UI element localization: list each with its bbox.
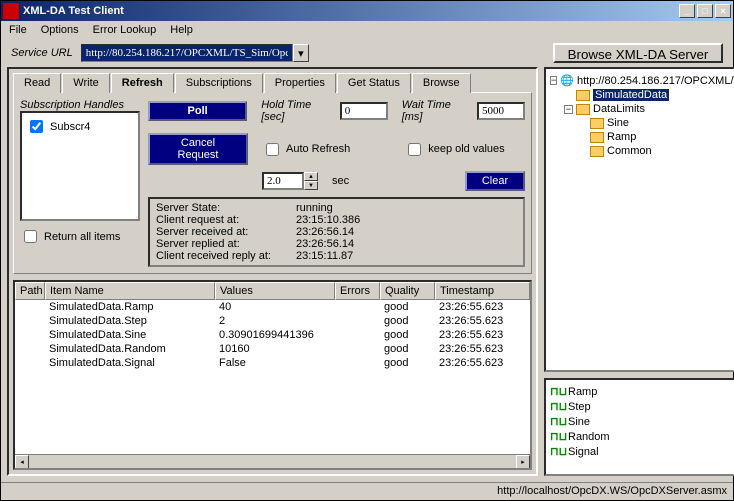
auto-refresh-unit: sec xyxy=(332,175,349,187)
tab-read[interactable]: Read xyxy=(13,73,61,93)
tree-node-simulateddata[interactable]: SimulatedData xyxy=(550,88,734,102)
menu-options[interactable]: Options xyxy=(41,24,79,36)
tree-node-sine[interactable]: Sine xyxy=(550,116,734,130)
service-url-dropdown-icon[interactable]: ▾ xyxy=(293,44,309,62)
list-item[interactable]: ⊓⊔Random xyxy=(550,429,734,444)
list-item[interactable]: ⊓⊔Signal xyxy=(550,444,734,459)
auto-refresh-checkbox[interactable] xyxy=(266,143,279,156)
folder-icon xyxy=(590,146,604,157)
auto-refresh-row[interactable]: Auto Refresh xyxy=(262,140,350,159)
hold-time-input[interactable] xyxy=(340,102,388,120)
signal-icon: ⊓⊔ xyxy=(550,400,564,413)
return-all-checkbox-row[interactable]: Return all items xyxy=(20,227,140,246)
status-val: 23:26:56.14 xyxy=(296,238,354,250)
status-val: 23:15:10.386 xyxy=(296,214,360,226)
folder-icon xyxy=(590,132,604,143)
table-row[interactable]: SimulatedData.Ramp40good23:26:55.623 xyxy=(15,300,530,314)
window-title: XML-DA Test Client xyxy=(23,5,679,17)
spin-up-icon[interactable]: ▲ xyxy=(304,172,318,181)
status-box: Server State:running Client request at:2… xyxy=(148,197,525,267)
folder-icon xyxy=(576,90,590,101)
auto-refresh-interval-spinner[interactable]: ▲ ▼ xyxy=(262,172,318,190)
subscription-label: Subscr4 xyxy=(50,121,90,133)
clear-button[interactable]: Clear xyxy=(465,171,525,191)
tree-root[interactable]: −🌐 http://80.254.186.217/OPCXML/TS_ xyxy=(550,73,734,88)
auto-refresh-interval-input[interactable] xyxy=(262,172,304,190)
tab-browse[interactable]: Browse xyxy=(412,73,471,93)
grid-header-timestamp[interactable]: Timestamp xyxy=(435,282,530,300)
grid-header-quality[interactable]: Quality xyxy=(380,282,435,300)
wait-time-input[interactable] xyxy=(477,102,525,120)
table-row[interactable]: SimulatedData.Random10160good23:26:55.62… xyxy=(15,342,530,356)
status-key: Server received at: xyxy=(156,226,296,238)
signal-icon: ⊓⊔ xyxy=(550,430,564,443)
status-val: 23:26:56.14 xyxy=(296,226,354,238)
grid-header-path[interactable]: Path xyxy=(15,282,45,300)
keep-old-checkbox[interactable] xyxy=(408,143,421,156)
tab-get-status[interactable]: Get Status xyxy=(337,73,411,93)
wait-time-label: Wait Time [ms] xyxy=(402,99,473,123)
table-row[interactable]: SimulatedData.Sine0.30901699441396good23… xyxy=(15,328,530,342)
table-row[interactable]: SimulatedData.Step2good23:26:55.623 xyxy=(15,314,530,328)
spin-down-icon[interactable]: ▼ xyxy=(304,181,318,190)
results-grid[interactable]: Path Item Name Values Errors Quality Tim… xyxy=(13,280,532,470)
signal-icon: ⊓⊔ xyxy=(550,445,564,458)
subscription-list[interactable]: Subscr4 xyxy=(20,111,140,221)
service-url-label: Service URL xyxy=(11,47,73,59)
subscription-handles-label: Subscription Handles xyxy=(20,99,140,111)
maximize-button[interactable]: □ xyxy=(697,4,713,18)
title-bar: XML-DA Test Client _ □ × xyxy=(1,1,733,21)
tab-subscriptions[interactable]: Subscriptions xyxy=(175,73,263,93)
auto-refresh-label: Auto Refresh xyxy=(286,143,350,155)
menu-error-lookup[interactable]: Error Lookup xyxy=(93,24,157,36)
service-url-combo[interactable]: ▾ xyxy=(81,44,309,62)
list-item[interactable]: ⊓⊔Step xyxy=(550,399,734,414)
grid-header-errors[interactable]: Errors xyxy=(335,282,380,300)
tab-write[interactable]: Write xyxy=(62,73,109,93)
status-key: Client request at: xyxy=(156,214,296,226)
grid-header-values[interactable]: Values xyxy=(215,282,335,300)
signal-icon: ⊓⊔ xyxy=(550,385,564,398)
menu-file[interactable]: File xyxy=(9,24,27,36)
return-all-label: Return all items xyxy=(44,231,120,243)
status-key: Client received reply at: xyxy=(156,250,296,262)
close-button[interactable]: × xyxy=(715,4,731,18)
grid-header-item[interactable]: Item Name xyxy=(45,282,215,300)
subscription-checkbox[interactable] xyxy=(30,120,43,133)
status-key: Server State: xyxy=(156,202,296,214)
item-list[interactable]: ⊓⊔Ramp⊓⊔Step⊓⊔Sine⊓⊔Random⊓⊔Signal xyxy=(544,378,734,476)
cancel-request-button[interactable]: Cancel Request xyxy=(148,133,248,165)
status-key: Server replied at: xyxy=(156,238,296,250)
tab-strip: Read Write Refresh Subscriptions Propert… xyxy=(13,73,532,93)
signal-icon: ⊓⊔ xyxy=(550,415,564,428)
return-all-checkbox[interactable] xyxy=(24,230,37,243)
tab-properties[interactable]: Properties xyxy=(264,73,336,93)
status-bar: http://localhost/OpcDX.WS/OpcDXServer.as… xyxy=(1,482,733,500)
folder-icon xyxy=(590,118,604,129)
service-url-input[interactable] xyxy=(81,44,293,62)
minimize-button[interactable]: _ xyxy=(679,4,695,18)
scroll-right-icon[interactable]: ▸ xyxy=(516,455,530,469)
list-item[interactable]: ⊓⊔Sine xyxy=(550,414,734,429)
tree-node-ramp[interactable]: Ramp xyxy=(550,130,734,144)
app-icon xyxy=(3,3,19,19)
status-val: 23:15:11.87 xyxy=(296,250,353,262)
tree-node-datalimits[interactable]: −DataLimits xyxy=(550,102,734,116)
tab-refresh[interactable]: Refresh xyxy=(111,73,174,93)
menu-bar: File Options Error Lookup Help xyxy=(1,21,733,39)
tree-node-common[interactable]: Common xyxy=(550,144,734,158)
keep-old-row[interactable]: keep old values xyxy=(404,140,504,159)
subscription-item[interactable]: Subscr4 xyxy=(26,117,134,136)
list-item[interactable]: ⊓⊔Ramp xyxy=(550,384,734,399)
table-row[interactable]: SimulatedData.SignalFalsegood23:26:55.62… xyxy=(15,356,530,370)
scroll-left-icon[interactable]: ◂ xyxy=(15,455,29,469)
status-val: running xyxy=(296,202,333,214)
server-tree[interactable]: −🌐 http://80.254.186.217/OPCXML/TS_ Simu… xyxy=(544,67,734,372)
folder-icon xyxy=(576,104,590,115)
menu-help[interactable]: Help xyxy=(170,24,193,36)
keep-old-label: keep old values xyxy=(428,143,504,155)
poll-button[interactable]: Poll xyxy=(148,101,247,121)
hold-time-label: Hold Time [sec] xyxy=(261,99,336,123)
browse-server-button[interactable]: Browse XML-DA Server xyxy=(553,43,723,63)
